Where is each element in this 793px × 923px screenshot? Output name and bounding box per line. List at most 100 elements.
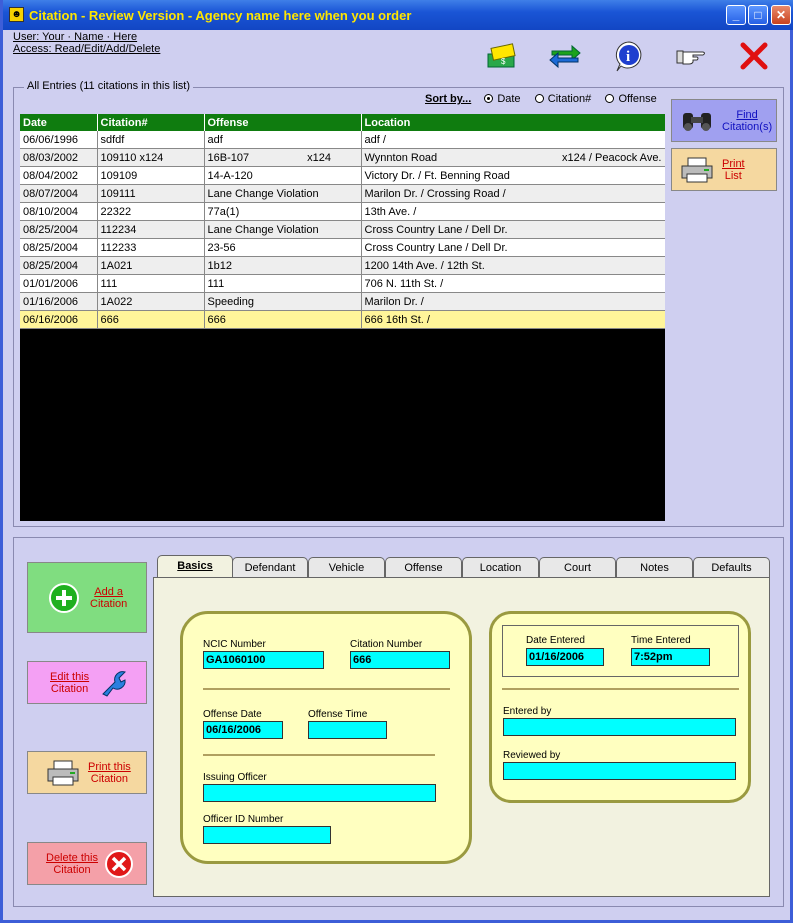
table-row[interactable]: 08/25/2004 112233 23-56 Cross Country Lane … [20, 238, 665, 257]
citation-number-field[interactable]: 666 [350, 651, 450, 669]
sort-by-label: Sort by... [425, 93, 472, 105]
offense-time-field[interactable] [308, 721, 387, 739]
ncic-number-field[interactable]: GA1060100 [203, 651, 324, 669]
tab-location[interactable]: Location [462, 557, 539, 577]
cell-offense: 111 [204, 274, 362, 293]
table-row[interactable]: 08/03/2002 109110 x124 16B-107 x124 Wynnton … [20, 148, 665, 167]
cell-date: 08/25/2004 [20, 220, 98, 239]
column-header-citation[interactable]: Citation# [97, 114, 205, 131]
cell-date: 06/06/1996 [20, 131, 98, 149]
radio-selected-icon[interactable] [484, 94, 494, 103]
find-citations-button[interactable]: Find Citation(s) [671, 99, 777, 142]
binoculars-icon [683, 112, 711, 131]
cell-location: Marilon Dr. / [361, 292, 665, 311]
cell-location: Marilon Dr. / Crossing Road / [361, 184, 665, 203]
close-button[interactable]: ✕ [771, 5, 791, 25]
pointing-hand-icon[interactable] [674, 40, 708, 72]
cell-offense: 666 [204, 310, 362, 329]
info-icon[interactable]: i [612, 40, 646, 72]
cell-location: Victory Dr. / Ft. Benning Road [361, 166, 665, 185]
window-title: Citation - Review Version - Agency name … [29, 8, 412, 23]
cell-citation: 111 [97, 274, 205, 293]
table-row[interactable]: 08/25/2004 1A021 1b12 1200 14th Ave. / 12th… [20, 256, 665, 275]
cell-date: 01/16/2006 [20, 292, 98, 311]
cell-date: 01/01/2006 [20, 274, 98, 293]
cell-offense: 16B-107 x124 [204, 148, 362, 167]
print-list-button[interactable]: Print List [671, 148, 777, 191]
sort-by-controls: Sort by... Date Citation# Offense [425, 93, 657, 105]
citations-grid[interactable]: Date Citation# Offense Location 06/06/19… [20, 114, 665, 521]
entry-info-card: Date Entered 01/16/2006 Time Entered 7:5… [489, 611, 751, 803]
cell-date: 08/07/2004 [20, 184, 98, 203]
time-entered-field[interactable]: 7:52pm [631, 648, 710, 666]
table-row[interactable]: 08/10/2004 22322 77a(1) 13th Ave. / [20, 202, 665, 221]
cell-location: 1200 14th Ave. / 12th St. [361, 256, 665, 275]
cell-offense: Lane Change Violation [204, 220, 362, 239]
offense-date-field[interactable]: 06/16/2006 [203, 721, 283, 739]
sort-radio-date[interactable]: Date [482, 93, 521, 105]
tab-defaults[interactable]: Defaults [693, 557, 770, 577]
tab-basics[interactable]: Basics [157, 555, 233, 578]
entered-by-field[interactable] [503, 718, 736, 736]
add-citation-button[interactable]: Add a Citation [27, 562, 147, 633]
sort-radio-offense[interactable]: Offense [603, 93, 657, 105]
column-header-offense[interactable]: Offense [204, 114, 362, 131]
tab-vehicle[interactable]: Vehicle [308, 557, 385, 577]
user-info: User: Your · Name · Here Access: Read/Ed… [13, 31, 160, 55]
wrench-icon [102, 670, 127, 697]
find-citations-label: Find Citation(s) [722, 108, 773, 133]
radio-icon[interactable] [605, 94, 615, 103]
issuing-officer-field[interactable] [203, 784, 436, 802]
table-row[interactable]: 01/16/2006 1A022 Speeding Marilon Dr. / [20, 292, 665, 311]
table-row[interactable]: 08/25/2004 112234 Lane Change Violation Cro… [20, 220, 665, 239]
maximize-button[interactable]: □ [748, 5, 768, 25]
reviewed-by-field[interactable] [503, 762, 736, 780]
tab-defendant[interactable]: Defendant [232, 557, 308, 577]
table-row[interactable]: 08/07/2004 109111 Lane Change Violation Mar… [20, 184, 665, 203]
delete-citation-button[interactable]: Delete this Citation [27, 842, 147, 885]
tab-offense[interactable]: Offense [385, 557, 462, 577]
app-icon[interactable]: ☻ [9, 7, 24, 22]
table-body: 06/06/1996 sdfdf adf adf /08/03/2002 109110 … [20, 131, 665, 329]
minimize-button[interactable]: _ [726, 5, 746, 25]
reviewed-by-label: Reviewed by [503, 750, 561, 761]
print-citation-label: Print this Citation [88, 760, 131, 785]
cell-date: 08/10/2004 [20, 202, 98, 221]
print-list-label: Print List [722, 157, 745, 182]
tab-notes[interactable]: Notes [616, 557, 693, 577]
print-citation-button[interactable]: Print this Citation [27, 751, 147, 794]
table-row[interactable]: 06/06/1996 sdfdf adf adf / [20, 131, 665, 149]
offense-date-label: Offense Date [203, 709, 262, 720]
column-header-date[interactable]: Date [20, 114, 98, 131]
money-icon[interactable]: $ [485, 40, 519, 72]
exit-icon[interactable] [737, 40, 771, 72]
title-bar[interactable]: ☻ Citation - Review Version - Agency nam… [3, 0, 793, 30]
cell-citation: 109111 [97, 184, 205, 203]
radio-icon[interactable] [534, 94, 544, 103]
officer-id-field[interactable] [203, 826, 331, 844]
date-entered-field[interactable]: 01/16/2006 [526, 648, 604, 666]
user-access: Access: Read/Edit/Add/Delete [13, 43, 161, 55]
edit-citation-button[interactable]: Edit this Citation [27, 661, 147, 704]
printer-icon [681, 157, 713, 182]
time-entered-label: Time Entered [631, 635, 691, 646]
tab-court[interactable]: Court [539, 557, 616, 577]
entries-group-label: All Entries (11 citations in this list) [24, 80, 194, 92]
swap-arrows-icon[interactable] [548, 40, 582, 72]
table-row[interactable]: 08/04/2002 109109 14-A-120 Victory Dr. / Ft… [20, 166, 665, 185]
date-entered-label: Date Entered [526, 635, 585, 646]
cell-location: 706 N. 11th St. / [361, 274, 665, 293]
edit-citation-label: Edit this Citation [50, 670, 90, 695]
cell-date: 08/25/2004 [20, 238, 98, 257]
user-name: User: Your · Name · Here [13, 31, 138, 43]
cell-location: adf / [361, 131, 665, 149]
add-citation-label: Add a Citation [90, 585, 128, 610]
cell-offense: 14-A-120 [204, 166, 362, 185]
column-header-location[interactable]: Location [361, 114, 665, 131]
citations-table: Date Citation# Offense Location 06/06/19… [20, 114, 665, 329]
cell-citation: sdfdf [97, 131, 205, 149]
table-row[interactable]: 01/01/2006 111 111 706 N. 11th St. / [20, 274, 665, 293]
table-row[interactable]: 06/16/2006 666 666 666 16th St. / [20, 310, 665, 329]
sort-radio-citation[interactable]: Citation# [533, 93, 591, 105]
ncic-number-label: NCIC Number [203, 639, 266, 650]
